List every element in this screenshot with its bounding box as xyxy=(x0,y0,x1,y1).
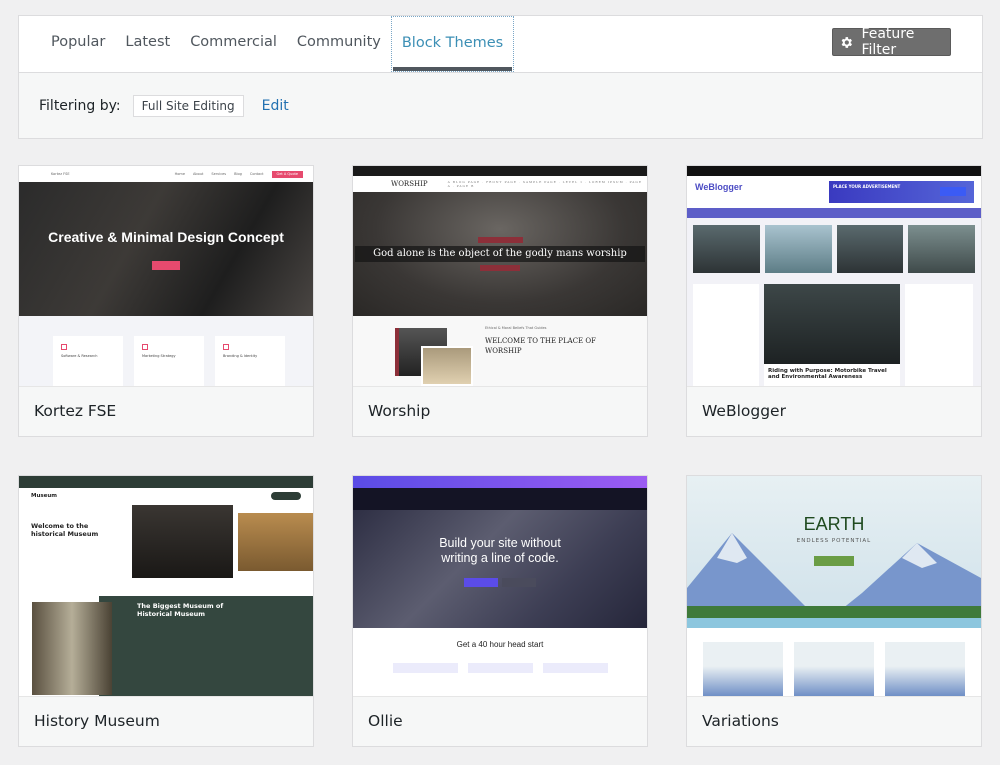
tab-popular[interactable]: Popular xyxy=(41,16,115,72)
preview-logo: Kortez FSE xyxy=(51,172,70,176)
tab-latest[interactable]: Latest xyxy=(115,16,180,72)
theme-name[interactable]: Variations xyxy=(687,696,981,746)
theme-screenshot[interactable]: Museum Welcome to the historical Museum … xyxy=(19,476,313,696)
preview-headline: Build your site without writing a line o… xyxy=(439,536,561,565)
theme-name[interactable]: History Museum xyxy=(19,696,313,746)
preview-nav-item: Home xyxy=(174,172,185,176)
preview-hero-button xyxy=(152,260,180,270)
preview-cta: Get A Quote xyxy=(271,170,303,178)
preview-logo: WeBlogger xyxy=(695,182,743,192)
filter-panel: Popular Latest Commercial Community Bloc… xyxy=(18,15,983,139)
preview-hero: God alone is the object of the godly man… xyxy=(353,192,647,316)
preview-menu xyxy=(687,208,981,218)
preview-text xyxy=(106,250,226,254)
preview-title: EARTH xyxy=(803,514,865,534)
tab-commercial[interactable]: Commercial xyxy=(180,16,287,72)
theme-screenshot[interactable]: WORSHIP A BLOG PAGE · FRONT PAGE · SAMPLE… xyxy=(353,166,647,386)
theme-screenshot[interactable]: EARTH ENDLESS POTENTIAL xyxy=(687,476,981,696)
theme-name[interactable]: WeBlogger xyxy=(687,386,981,436)
preview-nav: Kortez FSE Home About Services Blog Contact G… xyxy=(19,166,313,182)
theme-card-worship[interactable]: WORSHIP A BLOG PAGE · FRONT PAGE · SAMPLE… xyxy=(352,165,648,437)
preview-logo: WORSHIP xyxy=(391,180,428,188)
theme-card-ollie[interactable]: Build your site without writing a line o… xyxy=(352,475,648,747)
preview-nav-item: Contact xyxy=(249,172,264,176)
preview-feature-card: Software & Research xyxy=(53,336,123,386)
theme-card-kortez-fse[interactable]: Kortez FSE Home About Services Blog Contact G… xyxy=(18,165,314,437)
preview-section-title: WELCOME TO THE PLACE OF WORSHIP xyxy=(485,337,596,355)
filter-tag: Full Site Editing xyxy=(132,94,244,117)
feature-filter-button[interactable]: Feature Filter xyxy=(832,26,951,58)
edit-filter-link[interactable]: Edit xyxy=(262,98,289,114)
theme-screenshot[interactable]: WeBlogger PLACE YOUR ADVERTISEMENT Ridin… xyxy=(687,166,981,386)
theme-name[interactable]: Kortez FSE xyxy=(19,386,313,436)
preview-nav-item: Services xyxy=(211,172,227,176)
filter-tabs: Popular Latest Commercial Community Bloc… xyxy=(19,16,515,72)
preview-nav: WORSHIP A BLOG PAGE · FRONT PAGE · SAMPLE… xyxy=(353,176,647,192)
preview-nav-item: Blog xyxy=(234,172,242,176)
feature-filter-label: Feature Filter xyxy=(861,26,915,58)
theme-screenshot[interactable]: Kortez FSE Home About Services Blog Contact G… xyxy=(19,166,313,386)
preview-button xyxy=(814,556,854,566)
preview-features: Software & Research Marketing Strategy B… xyxy=(19,316,313,386)
theme-name[interactable]: Ollie xyxy=(353,696,647,746)
preview-hero: Creative & Minimal Design Concept xyxy=(19,182,313,316)
preview-headline: God alone is the object of the godly man… xyxy=(355,246,645,262)
tab-block-themes[interactable]: Block Themes xyxy=(390,16,515,72)
theme-screenshot[interactable]: Build your site without writing a line o… xyxy=(353,476,647,696)
preview-section-title: Get a 40 hour head start xyxy=(456,640,544,649)
theme-card-history-museum[interactable]: Museum Welcome to the historical Museum … xyxy=(18,475,314,747)
preview-subtitle: ENDLESS POTENTIAL xyxy=(796,538,872,544)
filtering-by-label: Filtering by: xyxy=(39,97,121,114)
preview-headline: Welcome to the historical Museum xyxy=(31,522,99,538)
preview-feature-card: Branding & Identity xyxy=(215,336,285,386)
preview-nav-item: About xyxy=(193,172,204,176)
preview-ad: PLACE YOUR ADVERTISEMENT xyxy=(829,181,974,203)
theme-card-weblogger[interactable]: WeBlogger PLACE YOUR ADVERTISEMENT Ridin… xyxy=(686,165,982,437)
theme-card-variations[interactable]: EARTH ENDLESS POTENTIAL Variations xyxy=(686,475,982,747)
tab-community[interactable]: Community xyxy=(287,16,391,72)
gear-icon xyxy=(841,36,852,48)
preview-headline: Creative & Minimal Design Concept xyxy=(48,228,284,245)
preview-logo: Museum xyxy=(31,493,58,499)
theme-name[interactable]: Worship xyxy=(353,386,647,436)
preview-topbar xyxy=(353,166,647,176)
preview-welcome: Ethical & Moral Beliefs That Guides WELC… xyxy=(353,316,647,386)
preview-feature-card: Marketing Strategy xyxy=(134,336,204,386)
filter-bar: Filtering by: Full Site Editing Edit xyxy=(19,72,982,138)
